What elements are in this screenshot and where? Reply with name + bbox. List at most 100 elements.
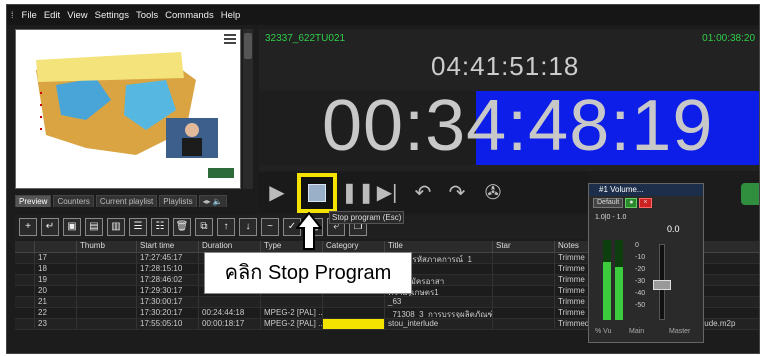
col-index[interactable] xyxy=(35,241,77,252)
wave-icon[interactable]: ~ xyxy=(261,218,279,236)
tab-counters[interactable]: Counters xyxy=(53,195,94,207)
fader-knob[interactable] xyxy=(653,280,671,291)
hamburger-icon[interactable] xyxy=(224,34,236,44)
col-select[interactable] xyxy=(15,241,35,252)
table-cell: 17:55:05:10 xyxy=(137,319,199,329)
col-start-time[interactable]: Start time xyxy=(137,241,199,252)
slider-thumb[interactable] xyxy=(244,33,252,59)
clone-icon[interactable]: ⧉ xyxy=(195,218,213,236)
table-cell xyxy=(493,275,555,285)
table-cell xyxy=(15,253,35,263)
vu-meter-right xyxy=(615,240,623,320)
instruction-callout: คลิก Stop Program xyxy=(204,252,412,294)
table-cell xyxy=(77,264,137,274)
redo-icon[interactable]: ↷ xyxy=(443,179,471,207)
up-arrow-icon xyxy=(296,212,322,250)
tab-preview[interactable]: Preview xyxy=(15,195,52,207)
table-cell: 22 xyxy=(35,308,77,318)
down-icon[interactable]: ↓ xyxy=(239,218,257,236)
table-cell xyxy=(15,319,35,329)
preview-window xyxy=(15,29,241,189)
table-cell xyxy=(15,275,35,285)
app-window: ⁞ File Edit View Settings Tools Commands… xyxy=(6,4,760,354)
clip-duration: 01:00:38:20 xyxy=(702,33,755,44)
play-icon[interactable]: ▶ xyxy=(263,179,291,207)
table-cell: stou_interlude xyxy=(385,319,493,329)
undo-icon[interactable]: ↶ xyxy=(409,179,437,207)
label-master: Master xyxy=(669,328,691,335)
table-cell xyxy=(493,308,555,318)
menu-file[interactable]: File xyxy=(22,10,37,21)
insert-icon[interactable]: ↵ xyxy=(41,218,59,236)
col-title[interactable]: Title xyxy=(385,241,493,252)
menu-edit[interactable]: Edit xyxy=(44,10,60,21)
up-icon[interactable]: ↑ xyxy=(217,218,235,236)
mute-icon[interactable]: × xyxy=(639,198,652,208)
tab-current-playlist[interactable]: Current playlist xyxy=(95,195,158,207)
volume-range: 1.0|0 - 1.0 xyxy=(595,214,627,221)
reel-icon[interactable]: ✇ xyxy=(479,179,507,207)
next-icon[interactable]: ▶| xyxy=(373,179,401,207)
stop-tooltip: Stop program (Esc) xyxy=(329,211,405,224)
table-cell: 23 xyxy=(35,319,77,329)
table-cell: 21 xyxy=(35,297,77,307)
table-cell: _71308_3_การบรรจุผลิตภัณฑ์... xyxy=(385,308,493,318)
table-cell xyxy=(15,286,35,296)
col-thumb[interactable]: Thumb xyxy=(77,241,137,252)
table-cell: 20 xyxy=(35,286,77,296)
menu-settings[interactable]: Settings xyxy=(95,10,129,21)
save-as-icon[interactable]: ▤ xyxy=(85,218,103,236)
preview-tabs: Preview Counters Current playlist Playli… xyxy=(15,193,255,207)
delete-icon[interactable]: 🗑 xyxy=(173,218,191,236)
clock-panel: 32337_622TU021 01:00:38:20 04:41:51:18 0… xyxy=(259,29,759,171)
table-cell xyxy=(15,297,35,307)
speaker-icon[interactable]: ◂▸ 🔈 xyxy=(198,195,227,207)
table-cell: _63 xyxy=(385,297,493,307)
stop-button[interactable] xyxy=(297,173,337,213)
table-cell: 18 xyxy=(35,264,77,274)
table-cell xyxy=(77,275,137,285)
table-cell xyxy=(493,297,555,307)
menu-tools[interactable]: Tools xyxy=(136,10,158,21)
table-cell: 17 xyxy=(35,253,77,263)
remaining-time: 04:41:51:18 xyxy=(431,51,580,81)
menu-commands[interactable]: Commands xyxy=(165,10,214,21)
indent-icon[interactable]: ☰ xyxy=(129,218,147,236)
label-main: Main xyxy=(629,328,645,335)
table-cell xyxy=(77,286,137,296)
enable-icon[interactable]: ● xyxy=(625,198,638,208)
table-cell xyxy=(15,308,35,318)
tab-playlists[interactable]: Playlists xyxy=(159,195,197,207)
stop-icon xyxy=(308,184,326,202)
preview-volume-slider[interactable] xyxy=(243,29,253,189)
table-cell: 00:24:44:18 xyxy=(199,308,261,318)
label-vu: % Vu xyxy=(595,328,612,335)
table-cell: MPEG-2 [PAL] ... xyxy=(261,308,323,318)
transport-bar: ▶ ❚❚ ▶| ↶ ↷ ✇ xyxy=(259,173,589,213)
table-cell: 19 xyxy=(35,275,77,285)
table-cell xyxy=(77,297,137,307)
pause-icon[interactable]: ❚❚ xyxy=(341,179,375,207)
col-duration[interactable]: Duration xyxy=(199,241,261,252)
current-time-display: 00:34:48:19 xyxy=(259,86,759,166)
vu-meter-left xyxy=(603,240,611,320)
table-cell xyxy=(323,308,385,318)
menu-bar: ⁞ File Edit View Settings Tools Commands… xyxy=(7,5,759,25)
table-cell xyxy=(77,319,137,329)
plugin-icon[interactable] xyxy=(741,183,759,205)
col-star[interactable]: Star xyxy=(493,241,555,252)
table-cell xyxy=(323,297,385,307)
outdent-icon[interactable]: ☷ xyxy=(151,218,169,236)
save-icon[interactable]: ▣ xyxy=(63,218,81,236)
table-cell: 17:29:30:17 xyxy=(137,286,199,296)
open-icon[interactable]: ▥ xyxy=(107,218,125,236)
table-cell: 17:28:46:02 xyxy=(137,275,199,285)
preset-select[interactable]: Default xyxy=(593,198,624,208)
table-cell xyxy=(493,264,555,274)
menu-help[interactable]: Help xyxy=(221,10,241,21)
current-time: 00:34:48:19 xyxy=(322,86,714,166)
add-icon[interactable]: + xyxy=(19,218,37,236)
table-cell xyxy=(77,253,137,263)
col-category[interactable]: Category xyxy=(323,241,385,252)
menu-view[interactable]: View xyxy=(67,10,87,21)
